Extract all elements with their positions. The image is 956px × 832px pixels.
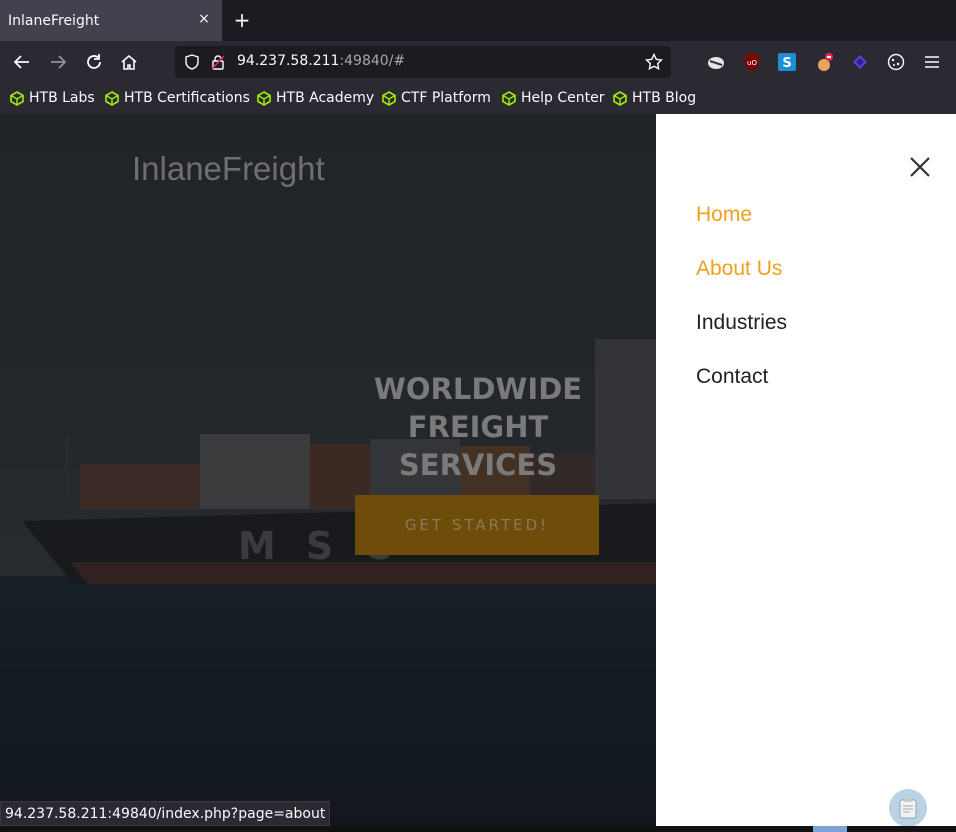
cookie-jar-extension-icon[interactable]: [813, 51, 835, 73]
bookmark-htb-academy[interactable]: HTB Academy: [257, 89, 374, 107]
address-bar[interactable]: 94.237.58.211:49840/#: [175, 46, 671, 78]
htb-cube-icon: [10, 90, 24, 106]
tab-title: InlaneFreight: [8, 12, 100, 29]
insecure-lock-icon[interactable]: [210, 54, 226, 74]
bookmark-label: CTF Platform: [401, 90, 491, 106]
menu-item-contact[interactable]: Contact: [696, 365, 768, 389]
hero-headline: WORLDWIDE FREIGHT SERVICES: [300, 370, 656, 484]
get-started-button[interactable]: GET STARTED!: [355, 495, 599, 555]
tab-strip: InlaneFreight × +: [0, 0, 956, 41]
htb-cube-icon: [613, 90, 627, 106]
url-text[interactable]: 94.237.58.211:49840/#: [237, 53, 405, 69]
htb-cube-icon: [502, 90, 516, 106]
bookmark-label: HTB Blog: [632, 90, 697, 106]
hero-headline-line1: WORLDWIDE FREIGHT: [373, 372, 583, 444]
s-extension-icon[interactable]: S: [776, 51, 798, 73]
reload-icon[interactable]: [83, 51, 105, 73]
close-icon[interactable]: [909, 156, 931, 178]
bookmark-help-center[interactable]: Help Center: [502, 89, 605, 107]
forward-icon[interactable]: [47, 51, 69, 73]
layers-extension-icon[interactable]: [849, 51, 871, 73]
page-content: MSC InlaneFreight WORLDWIDE FREIGHT SERV…: [0, 114, 956, 826]
menu-hamburger-icon[interactable]: [921, 51, 943, 73]
site-logo[interactable]: InlaneFreight: [132, 150, 325, 188]
bookmark-htb-certifications[interactable]: HTB Certifications: [105, 89, 250, 107]
bookmarks-toolbar: HTB Labs HTB Certifications HTB Academy …: [0, 83, 956, 114]
side-menu: Home About Us Industries Contact: [656, 114, 956, 826]
home-icon[interactable]: [118, 51, 140, 73]
menu-item-about-us[interactable]: About Us: [696, 257, 782, 281]
bookmark-label: Help Center: [521, 90, 605, 106]
bookmark-htb-blog[interactable]: HTB Blog: [613, 89, 696, 107]
bookmark-label: HTB Academy: [276, 90, 375, 106]
htb-cube-icon: [382, 90, 396, 106]
menu-item-home[interactable]: Home: [696, 203, 752, 227]
hero-headline-line2: SERVICES: [398, 448, 558, 482]
status-bar-url: 94.237.58.211:49840/index.php?page=about: [0, 801, 331, 826]
bookmark-star-icon[interactable]: [644, 52, 664, 75]
bookmark-label: HTB Certifications: [124, 90, 250, 106]
navigation-toolbar: 94.237.58.211:49840/# uO S: [0, 41, 956, 83]
new-tab-button[interactable]: +: [232, 10, 252, 30]
taskbar-active-indicator: [813, 826, 847, 832]
svg-text:S: S: [782, 56, 791, 71]
shield-icon[interactable]: [184, 54, 200, 74]
url-path: :49840/#: [339, 53, 406, 69]
htb-cube-icon: [257, 90, 271, 106]
extension-icon[interactable]: [705, 51, 727, 73]
back-icon[interactable]: [11, 51, 33, 73]
menu-item-industries[interactable]: Industries: [696, 311, 787, 335]
clipboard-icon[interactable]: [889, 789, 927, 826]
tab-close-icon[interactable]: ×: [196, 11, 212, 27]
svg-text:uO: uO: [747, 59, 757, 67]
url-host: 94.237.58.211: [237, 53, 340, 69]
htb-cube-icon: [105, 90, 119, 106]
bookmark-label: HTB Labs: [29, 90, 95, 106]
cookie-icon[interactable]: [885, 51, 907, 73]
bookmark-htb-labs[interactable]: HTB Labs: [10, 89, 95, 107]
tab-inlanefreight[interactable]: InlaneFreight ×: [0, 0, 222, 41]
browser-window: InlaneFreight × + 94.237.58.211:49840/#: [0, 0, 956, 832]
hero-section: MSC InlaneFreight WORLDWIDE FREIGHT SERV…: [0, 114, 656, 826]
ublock-icon[interactable]: uO: [741, 51, 763, 73]
bookmark-ctf-platform[interactable]: CTF Platform: [382, 89, 491, 107]
